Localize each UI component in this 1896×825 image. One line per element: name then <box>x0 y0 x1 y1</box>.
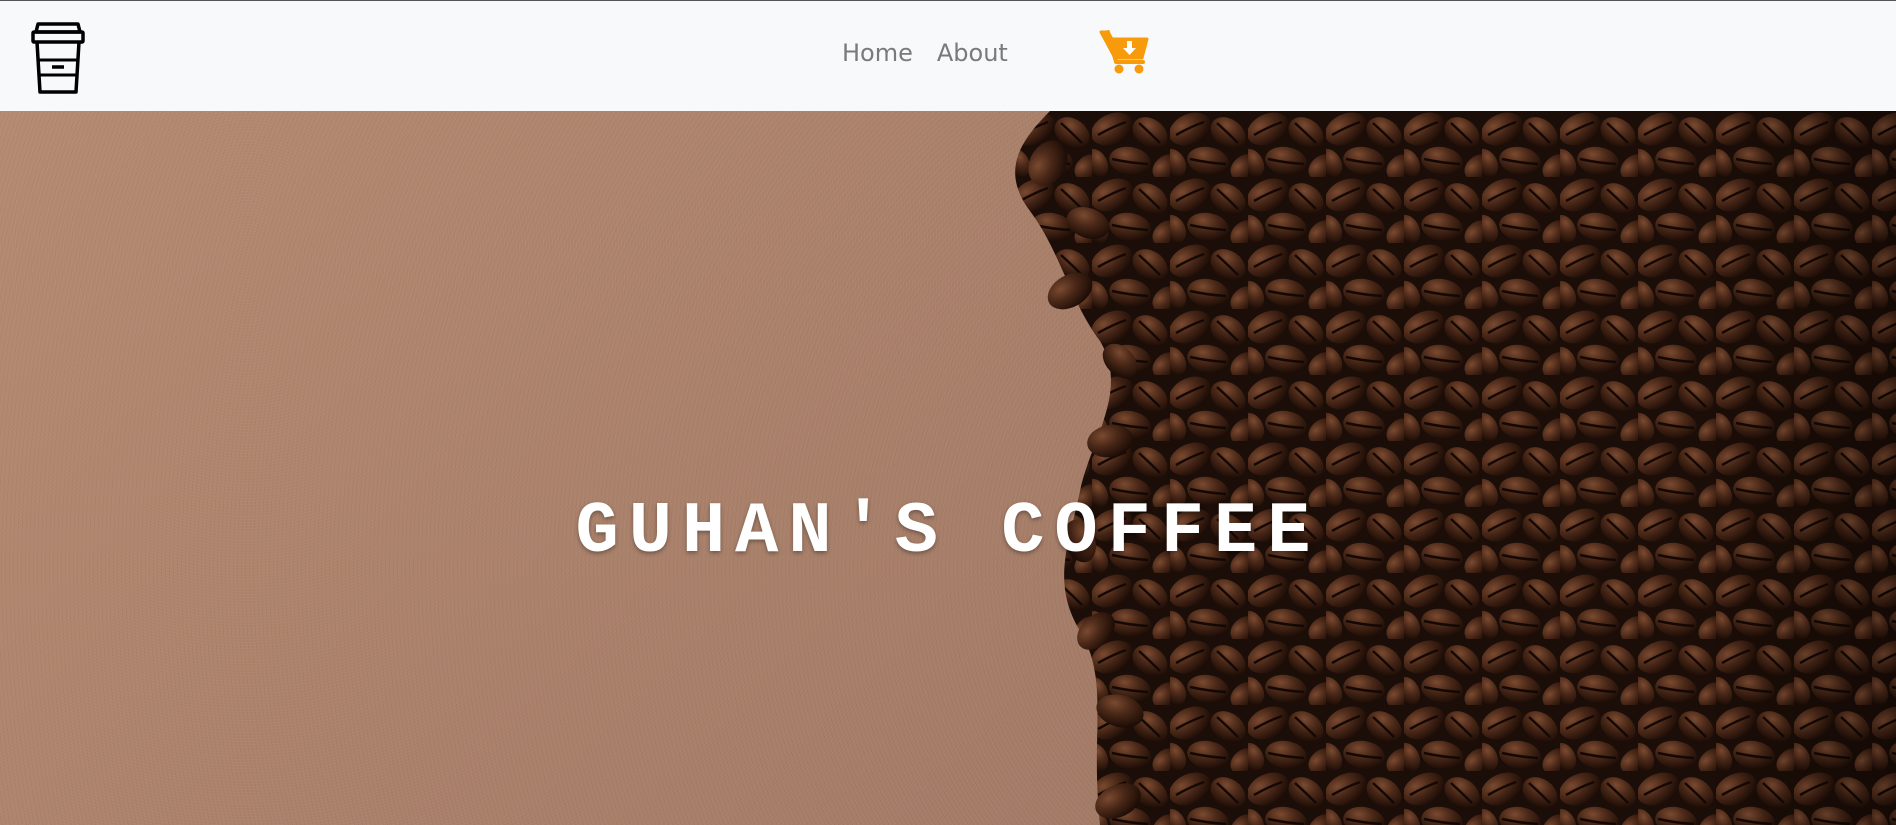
nav-link-about[interactable]: About <box>937 39 1008 67</box>
coffee-beans-image <box>1015 111 1896 825</box>
navbar: Home About <box>0 0 1896 111</box>
nav-link-home[interactable]: Home <box>842 39 913 67</box>
hero-banner: GUHAN'S COFFEE <box>0 111 1896 825</box>
hero-title: GUHAN'S COFFEE <box>575 491 1321 573</box>
coffee-cup-icon[interactable] <box>30 20 86 96</box>
nav-links: Home About <box>842 39 1008 67</box>
cart-download-icon[interactable] <box>1099 29 1151 75</box>
